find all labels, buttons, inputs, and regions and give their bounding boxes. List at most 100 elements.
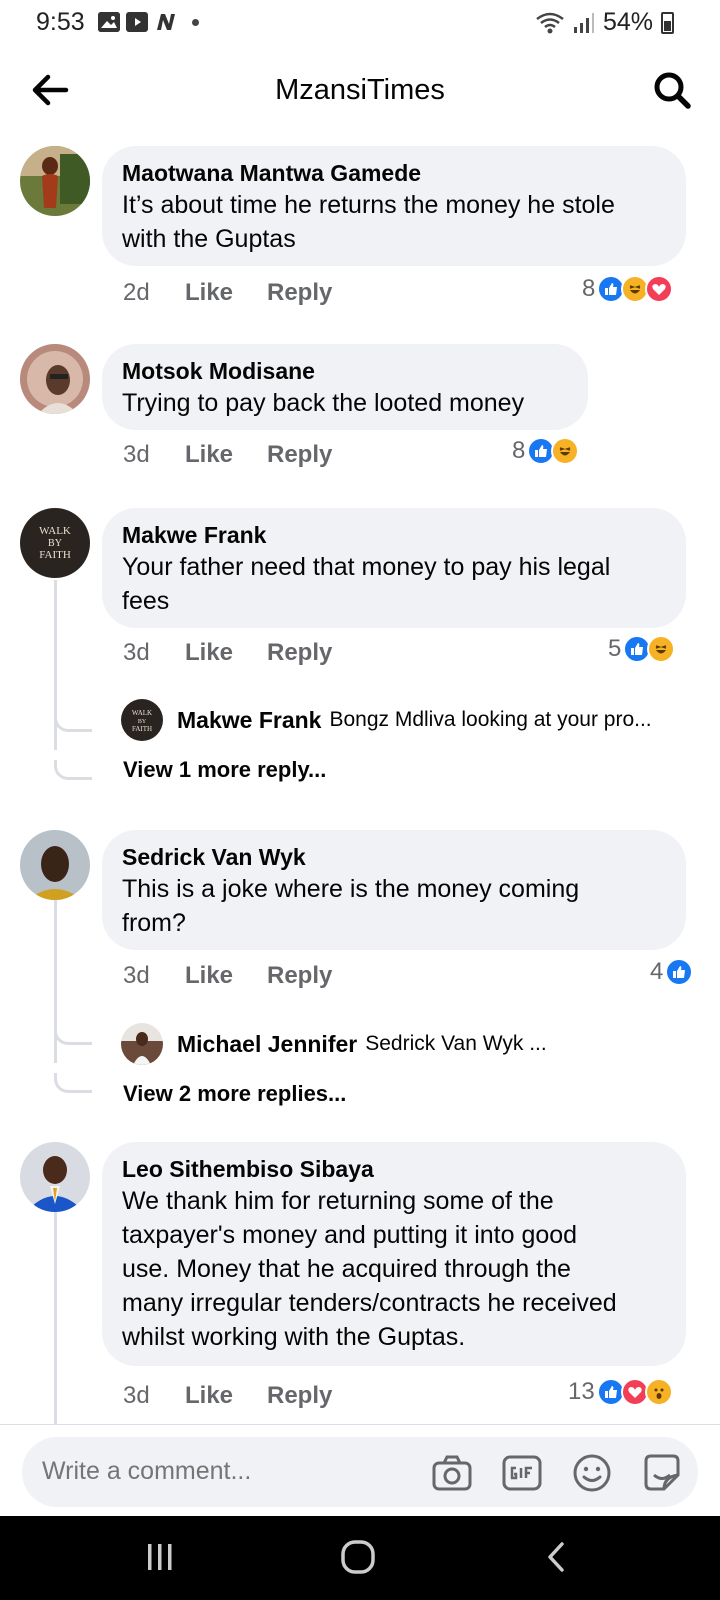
search-button[interactable] <box>650 68 694 112</box>
reaction-summary[interactable]: 4 <box>650 958 694 986</box>
reaction-summary[interactable]: 8 <box>582 275 674 303</box>
comment-age: 2d <box>123 279 150 306</box>
comment-author[interactable]: Sedrick Van Wyk <box>122 842 666 872</box>
reply-snippet: Bongz Mdliva looking at your pro... <box>329 708 652 731</box>
reply-button[interactable]: Reply <box>267 279 332 307</box>
reply-avatar[interactable] <box>121 1023 163 1065</box>
reply-preview[interactable]: WALK BY FAITH Makwe Frank Bongz Mdliva l… <box>121 699 652 741</box>
search-icon <box>654 72 691 109</box>
reply-author[interactable]: Michael Jennifer <box>177 1031 357 1058</box>
n-app-icon <box>154 12 178 32</box>
comment-text-line: Your father need that money to pay his l… <box>122 553 611 581</box>
reaction-summary[interactable]: 5 <box>608 635 676 663</box>
comment-text-line: many irregular tenders/contracts he rece… <box>122 1289 617 1317</box>
reply-button[interactable]: Reply <box>267 962 332 990</box>
camera-icon[interactable] <box>430 1451 474 1495</box>
sticker-icon[interactable] <box>640 1451 684 1495</box>
reply-snippet: Sedrick Van Wyk ... <box>365 1032 547 1055</box>
comment-age: 3d <box>123 639 150 666</box>
comment-age: 3d <box>123 962 150 989</box>
comment-age: 3d <box>123 441 150 468</box>
avatar[interactable] <box>20 146 90 216</box>
like-reaction-icon <box>665 958 694 986</box>
comment-author[interactable]: Leo Sithembiso Sibaya <box>122 1154 666 1184</box>
avatar[interactable] <box>20 344 90 414</box>
comment-text-line: with the Guptas <box>122 225 296 253</box>
view-more-replies[interactable]: View 2 more replies... <box>123 1081 346 1107</box>
comment-bubble[interactable]: Leo Sithembiso Sibaya We thank him for r… <box>102 1142 686 1366</box>
avatar-text: BY <box>48 538 62 549</box>
reaction-count: 8 <box>582 275 596 302</box>
reply-avatar[interactable]: WALK BY FAITH <box>121 699 163 741</box>
comment-text-line: It’s about time he returns the money he … <box>122 191 615 219</box>
composer-box[interactable] <box>22 1437 698 1507</box>
comment-author[interactable]: Motsok Modisane <box>122 356 568 386</box>
emoji-icon[interactable] <box>570 1451 614 1495</box>
avatar[interactable] <box>20 1142 90 1212</box>
comment-text-line: Trying to pay back the looted money <box>122 389 525 417</box>
dot-icon <box>192 18 199 26</box>
comment-actions: 3d Like Reply <box>123 1382 332 1410</box>
wow-reaction-icon <box>644 1378 673 1406</box>
haha-reaction-icon <box>551 437 580 465</box>
comment-text-line: taxpayer's money and putting it into goo… <box>122 1221 578 1249</box>
comment-actions: 3d Like Reply <box>123 441 332 469</box>
page-title: MzansiTimes <box>275 74 445 106</box>
recent-apps-icon[interactable] <box>140 1540 180 1576</box>
view-more-replies[interactable]: View 1 more reply... <box>123 757 326 783</box>
reply-preview[interactable]: Michael Jennifer Sedrick Van Wyk ... <box>121 1023 547 1065</box>
comment-author[interactable]: Maotwana Mantwa Gamede <box>122 158 666 188</box>
youtube-icon <box>126 12 148 32</box>
avatar[interactable]: WALK BY FAITH <box>20 508 90 578</box>
comment-text-line: This is a joke where is the money coming <box>122 875 580 903</box>
status-bar: 9:53 54% <box>0 0 720 46</box>
reaction-count: 4 <box>650 958 664 985</box>
avatar[interactable] <box>20 830 90 900</box>
reaction-count: 13 <box>568 1378 595 1405</box>
comment-bubble[interactable]: Sedrick Van Wyk This is a joke where is … <box>102 830 686 950</box>
signal-icon <box>573 12 594 33</box>
reaction-summary[interactable]: 8 <box>512 437 580 465</box>
home-icon[interactable] <box>338 1540 378 1576</box>
haha-reaction-icon <box>647 635 676 663</box>
like-button[interactable]: Like <box>185 1382 267 1410</box>
like-button[interactable]: Like <box>185 279 267 307</box>
reply-button[interactable]: Reply <box>267 639 332 667</box>
comment-text-line: whilst working with the Guptas. <box>122 1323 466 1351</box>
comment-text-line: use. Money that he acquired through the <box>122 1255 571 1283</box>
app-header: MzansiTimes <box>0 46 720 138</box>
like-button[interactable]: Like <box>185 962 267 990</box>
comment-bubble[interactable]: Motsok Modisane Trying to pay back the l… <box>102 344 588 430</box>
avatar-text: FAITH <box>39 549 71 561</box>
comment-bubble[interactable]: Maotwana Mantwa Gamede It’s about time h… <box>102 146 686 266</box>
back-nav-icon[interactable] <box>538 1540 578 1576</box>
comment-text-line: fees <box>122 587 170 615</box>
like-button[interactable]: Like <box>185 441 267 469</box>
thread-line <box>54 1200 57 1424</box>
like-button[interactable]: Like <box>185 639 267 667</box>
comment-input[interactable] <box>42 1457 422 1486</box>
reply-button[interactable]: Reply <box>267 1382 332 1410</box>
avatar-text: WALK <box>39 525 71 537</box>
comment-text-line: from? <box>122 909 186 937</box>
comment-actions: 3d Like Reply <box>123 639 332 667</box>
battery-percent: 54% <box>602 8 653 36</box>
comment-author[interactable]: Makwe Frank <box>122 520 666 550</box>
reply-button[interactable]: Reply <box>267 441 332 469</box>
thread-branch <box>54 1073 92 1093</box>
composer-actions <box>430 1451 684 1495</box>
comment-composer <box>0 1424 720 1516</box>
comment-age: 3d <box>123 1382 150 1409</box>
comment-bubble[interactable]: Makwe Frank Your father need that money … <box>102 508 686 628</box>
reaction-count: 5 <box>608 635 622 662</box>
system-nav-bar <box>0 1516 720 1600</box>
svg-text:WALK: WALK <box>132 709 152 717</box>
thread-branch <box>54 760 92 780</box>
gif-icon[interactable] <box>500 1451 544 1495</box>
status-notification-icons <box>98 12 199 32</box>
thread-branch <box>54 1025 92 1045</box>
reply-author[interactable]: Makwe Frank <box>177 707 321 734</box>
reaction-summary[interactable]: 13 <box>568 1378 673 1406</box>
status-right: 54% <box>535 8 674 37</box>
comment-actions: 3d Like Reply <box>123 962 332 990</box>
